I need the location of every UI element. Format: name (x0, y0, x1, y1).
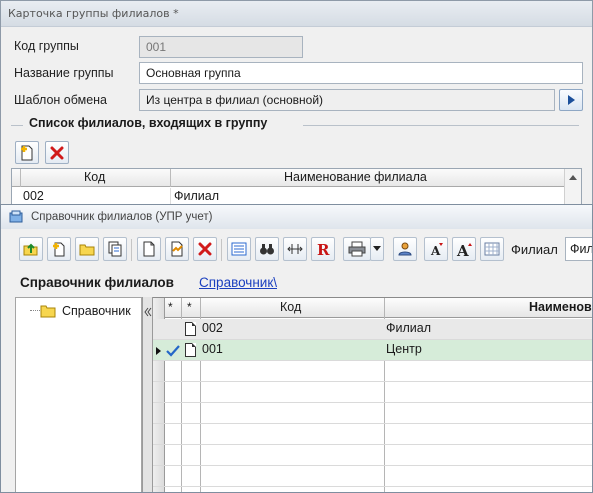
breadcrumb-link[interactable]: Справочник\ (199, 275, 277, 290)
add-item-button[interactable] (47, 237, 71, 261)
up-level-button[interactable] (19, 237, 43, 261)
branch-filter-label: Филиал (511, 242, 558, 257)
row-branch-name: Филиал (174, 189, 220, 203)
current-row-arrow-icon (156, 347, 161, 355)
tree-node-label: Справочник (62, 304, 131, 318)
add-branch-button[interactable] (15, 141, 39, 164)
print-button[interactable] (343, 237, 371, 261)
red-x-delete-icon (50, 146, 64, 159)
column-header-marker-2[interactable]: * (187, 300, 192, 314)
open-item-button[interactable] (165, 237, 189, 261)
list-view-button[interactable] (227, 237, 251, 261)
binoculars-icon (260, 244, 274, 255)
template-label: Шаблон обмена (14, 93, 108, 107)
column-header-code[interactable]: Код (84, 170, 105, 184)
fit-width-icon (287, 244, 303, 254)
decrease-font-button[interactable]: A (424, 237, 448, 261)
copy-document-icon (108, 241, 122, 257)
window-title: Карточка группы филиалов * (8, 7, 179, 20)
code-label: Код группы (14, 39, 79, 53)
toolbar-separator (131, 239, 132, 261)
template-select-button[interactable] (559, 89, 583, 111)
edit-item-button[interactable] (137, 237, 161, 261)
column-header-name[interactable]: Наименов (529, 300, 592, 314)
grid-header (153, 298, 592, 318)
find-button[interactable] (255, 237, 279, 261)
fit-columns-button[interactable] (283, 237, 307, 261)
report-button[interactable]: R (311, 237, 335, 261)
remove-branch-button[interactable] (45, 141, 69, 164)
collapse-arrows-icon[interactable] (144, 307, 152, 317)
calendar-grid-icon (484, 242, 500, 256)
directory-titlebar: Справочник филиалов (УПР учет) (1, 205, 592, 229)
branches-group-title: Список филиалов, входящих в группу (25, 116, 272, 130)
printer-icon (348, 241, 366, 257)
chevron-down-icon (373, 246, 381, 251)
table-row-selected[interactable]: 001 Центр (153, 340, 592, 360)
add-document-icon (21, 145, 33, 160)
font-increase-icon: A (456, 242, 472, 257)
row-name: Центр (386, 342, 422, 356)
group-card-titlebar: Карточка группы филиалов * (1, 1, 592, 27)
svg-text:A: A (430, 244, 441, 257)
document-icon (185, 343, 196, 357)
increase-font-button[interactable]: A (452, 237, 476, 261)
branch-filter-input[interactable]: Фил (565, 237, 592, 261)
red-r-report-icon: R (317, 241, 330, 257)
toolbar-separator (221, 239, 222, 261)
user-stamp-icon (398, 242, 412, 256)
group-card-window: Карточка группы филиалов * Код группы 00… (0, 0, 593, 221)
column-header-code[interactable]: Код (280, 300, 301, 314)
folder-tree: Справочник (15, 297, 142, 492)
panel-splitter[interactable] (142, 297, 153, 492)
directory-heading: Справочник филиалов (20, 275, 174, 290)
delete-item-button[interactable] (193, 237, 217, 261)
exchange-template-select[interactable]: Из центра в филиал (основной) (139, 89, 555, 111)
scroll-up-icon[interactable] (569, 175, 577, 180)
folder-icon (40, 305, 56, 318)
window-title: Справочник филиалов (УПР учет) (31, 211, 213, 223)
row-code: 001 (202, 342, 223, 356)
name-label: Название группы (14, 66, 114, 80)
branches-group-header: Список филиалов, входящих в группу (11, 116, 579, 132)
red-x-delete-icon (198, 242, 212, 256)
tree-connector (30, 310, 40, 311)
group-code-field[interactable]: 001 (139, 36, 303, 58)
copy-item-button[interactable] (103, 237, 127, 261)
add-document-icon (53, 242, 65, 257)
user-button[interactable] (393, 237, 417, 261)
font-decrease-icon: A (430, 243, 443, 257)
directory-toolbar: R A A Филиал Фил (1, 233, 592, 267)
column-header-marker[interactable]: * (168, 300, 173, 314)
column-header-branch-name[interactable]: Наименование филиала (284, 170, 427, 184)
svg-text:R: R (317, 241, 330, 257)
tree-node-root[interactable]: Справочник (40, 302, 131, 320)
document-open-icon (171, 241, 183, 257)
folder-icon (79, 244, 95, 256)
app-icon (9, 210, 23, 223)
document-icon (185, 322, 196, 336)
add-folder-button[interactable] (75, 237, 99, 261)
branch-directory-window: Справочник филиалов (УПР учет) R A A Фил… (0, 204, 593, 493)
row-code: 002 (23, 189, 44, 203)
svg-text:A: A (456, 242, 469, 257)
print-options-dropdown[interactable] (370, 237, 384, 261)
row-code: 002 (202, 321, 223, 335)
grid-header: Код Наименование филиала (12, 169, 565, 187)
group-name-field[interactable]: Основная группа (139, 62, 583, 84)
document-icon (143, 241, 155, 257)
folder-up-icon (23, 243, 38, 256)
row-name: Филиал (386, 321, 432, 335)
list-view-icon (231, 242, 247, 256)
branches-grid: * * Код Наименов 002 Филиал 001 Центр (153, 297, 592, 492)
calendar-button[interactable] (480, 237, 504, 261)
table-row[interactable]: 002 Филиал (153, 319, 592, 339)
directory-header: Справочник филиалов Справочник\ (1, 269, 592, 295)
checkmark-icon[interactable] (166, 345, 180, 357)
